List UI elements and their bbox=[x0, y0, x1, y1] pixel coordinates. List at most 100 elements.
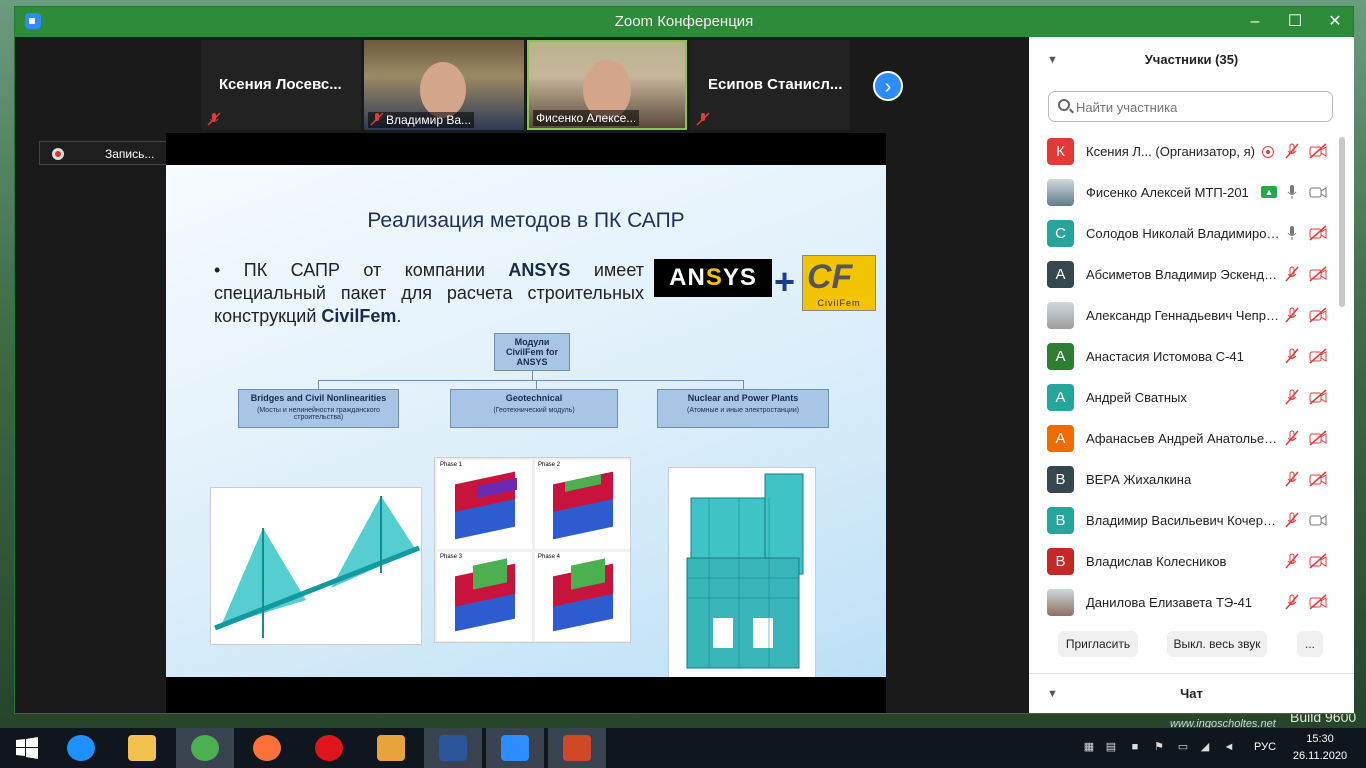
participants-scrollbar[interactable] bbox=[1339, 137, 1345, 307]
participant-row[interactable]: Фисенко Алексей МТП-201 ▲ bbox=[1029, 172, 1337, 213]
phase-3-panel: Phase 3 bbox=[437, 552, 532, 641]
participant-name: Афанасьев Андрей Анатольевич bbox=[1086, 431, 1281, 446]
muted-mic-icon[interactable] bbox=[1284, 143, 1300, 159]
search-participant-box[interactable] bbox=[1048, 91, 1333, 122]
more-options-button[interactable]: ... bbox=[1297, 631, 1323, 657]
phase-2-panel: Phase 2 bbox=[535, 460, 630, 549]
tray-icon[interactable]: ▤ bbox=[1104, 740, 1118, 754]
video-tile-esipov[interactable]: Есипов Станисл... bbox=[690, 40, 850, 130]
bullet-civilfem: CivilFem bbox=[321, 306, 397, 326]
mic-icon[interactable] bbox=[1284, 225, 1300, 241]
participant-initial-avatar: В bbox=[1047, 466, 1074, 493]
participant-row[interactable]: К Ксения Л... (Организатор, я) bbox=[1029, 131, 1337, 172]
recording-icon bbox=[1262, 146, 1274, 158]
camera-off-icon[interactable] bbox=[1309, 266, 1327, 282]
word-icon[interactable] bbox=[424, 728, 482, 768]
camera-off-icon[interactable] bbox=[1309, 430, 1327, 446]
participant-photo-avatar bbox=[1047, 589, 1074, 616]
participant-row[interactable]: С Солодов Николай Владимиров... bbox=[1029, 213, 1337, 254]
participant-video-face bbox=[420, 62, 466, 118]
camera-off-icon[interactable] bbox=[1309, 225, 1327, 241]
collapse-chevron-icon[interactable]: ▼ bbox=[1047, 674, 1058, 714]
muted-mic-icon[interactable] bbox=[1284, 553, 1300, 569]
muted-mic-icon[interactable] bbox=[1284, 348, 1300, 364]
video-tile-ksenia[interactable]: Ксения Лосевс... bbox=[201, 40, 361, 130]
volume-tray-icon[interactable]: ◄ bbox=[1222, 740, 1236, 754]
muted-mic-icon[interactable] bbox=[1284, 389, 1300, 405]
zoom-icon[interactable] bbox=[486, 728, 544, 768]
participant-name: Андрей Сватных bbox=[1086, 390, 1187, 405]
next-videos-arrow-icon[interactable]: › bbox=[873, 71, 903, 101]
screen-share-icon: ▲ bbox=[1261, 186, 1277, 198]
mic-icon[interactable] bbox=[1284, 184, 1300, 200]
civilfem-logo: CF CivilFem bbox=[802, 255, 876, 311]
participant-row[interactable]: А Анастасия Истомова С-41 bbox=[1029, 336, 1337, 377]
participant-initial-avatar: А bbox=[1047, 261, 1074, 288]
display-tray-icon[interactable]: ▭ bbox=[1176, 740, 1190, 754]
participant-name: Владимир Васильевич Кочерж... bbox=[1086, 513, 1281, 528]
mute-all-button[interactable]: Выкл. весь звук bbox=[1167, 631, 1267, 657]
participant-row[interactable]: А Афанасьев Андрей Анатольевич bbox=[1029, 418, 1337, 459]
camera-off-icon[interactable] bbox=[1309, 471, 1327, 487]
participant-row[interactable]: В Владимир Васильевич Кочерж... bbox=[1029, 500, 1337, 541]
participants-header[interactable]: ▼ Участники (35) bbox=[1029, 37, 1354, 83]
participant-row[interactable]: Данилова Елизавета ТЭ-41 bbox=[1029, 582, 1337, 623]
record-dot-icon bbox=[52, 148, 64, 160]
camera-icon[interactable] bbox=[1309, 184, 1327, 200]
camera-off-icon[interactable] bbox=[1309, 307, 1327, 323]
minimize-button[interactable]: – bbox=[1235, 7, 1275, 37]
close-button[interactable]: ✕ bbox=[1315, 7, 1355, 37]
opera-icon-glyph bbox=[315, 735, 343, 761]
camera-off-icon[interactable] bbox=[1309, 348, 1327, 364]
connector bbox=[318, 380, 743, 381]
muted-mic-icon[interactable] bbox=[1284, 594, 1300, 610]
nvidia-tray-icon[interactable]: ■ bbox=[1128, 740, 1142, 754]
firefox-icon-glyph bbox=[253, 735, 281, 761]
flag-tray-icon[interactable]: ⚑ bbox=[1152, 740, 1166, 754]
camera-off-icon[interactable] bbox=[1309, 553, 1327, 569]
muted-mic-icon[interactable] bbox=[1284, 307, 1300, 323]
powerpoint-icon[interactable] bbox=[548, 728, 606, 768]
camera-off-icon[interactable] bbox=[1309, 594, 1327, 610]
muted-mic-icon[interactable] bbox=[1284, 512, 1300, 528]
muted-mic-icon[interactable] bbox=[1284, 471, 1300, 487]
network-tray-icon[interactable]: ▦ bbox=[1082, 740, 1096, 754]
title-bar[interactable]: Zoom Конференция – ☐ ✕ bbox=[15, 7, 1353, 37]
camera-off-icon[interactable] bbox=[1309, 389, 1327, 405]
phase-1-panel: Phase 1 bbox=[437, 460, 532, 549]
video-tile-fisenko[interactable]: Фисенко Алексе... bbox=[527, 40, 687, 130]
participant-name: Абсиметов Владимир Эскенде... bbox=[1086, 267, 1281, 282]
muted-mic-icon[interactable] bbox=[1284, 266, 1300, 282]
chrome-icon[interactable] bbox=[176, 728, 234, 768]
participant-photo-avatar bbox=[1047, 179, 1074, 206]
language-indicator[interactable]: РУС bbox=[1254, 741, 1276, 753]
participant-row[interactable]: А Андрей Сватных bbox=[1029, 377, 1337, 418]
wifi-tray-icon[interactable]: ◢ bbox=[1198, 740, 1212, 754]
collapse-chevron-icon[interactable]: ▼ bbox=[1047, 37, 1058, 83]
internet-explorer-icon[interactable] bbox=[52, 728, 110, 768]
camera-off-icon[interactable] bbox=[1309, 143, 1327, 159]
participant-initial-avatar: А bbox=[1047, 343, 1074, 370]
participant-name: Владислав Колесников bbox=[1086, 554, 1227, 569]
module-box-nuclear: Nuclear and Power Plants (Атомные и иные … bbox=[657, 389, 829, 428]
firefox-icon[interactable] bbox=[238, 728, 296, 768]
participant-row[interactable]: В ВЕРА Жихалкина bbox=[1029, 459, 1337, 500]
muted-mic-icon[interactable] bbox=[1284, 430, 1300, 446]
participants-title: Участники (35) bbox=[1144, 52, 1239, 67]
nuclear-plant-model-image bbox=[668, 467, 816, 677]
participant-name: Ксения Л... (Организатор, я) bbox=[1086, 144, 1255, 159]
opera-icon[interactable] bbox=[300, 728, 358, 768]
maximize-button[interactable]: ☐ bbox=[1275, 7, 1315, 37]
camera-icon[interactable] bbox=[1309, 512, 1327, 528]
participant-row[interactable]: Александр Геннадьевич Чепра... bbox=[1029, 295, 1337, 336]
participant-row[interactable]: В Владислав Колесников bbox=[1029, 541, 1337, 582]
chat-header[interactable]: ▼ Чат bbox=[1029, 673, 1354, 713]
bullet-ansys: ANSYS bbox=[508, 260, 571, 280]
search-participant-input[interactable] bbox=[1076, 97, 1326, 117]
invite-button[interactable]: Пригласить bbox=[1058, 631, 1138, 657]
video-tile-vladimir[interactable]: Владимир Ва... bbox=[364, 40, 524, 130]
notes-app-icon[interactable] bbox=[362, 728, 420, 768]
taskbar-clock[interactable]: 15:30 26.11.2020 bbox=[1290, 731, 1350, 765]
participant-row[interactable]: А Абсиметов Владимир Эскенде... bbox=[1029, 254, 1337, 295]
file-explorer-icon[interactable] bbox=[113, 728, 171, 768]
